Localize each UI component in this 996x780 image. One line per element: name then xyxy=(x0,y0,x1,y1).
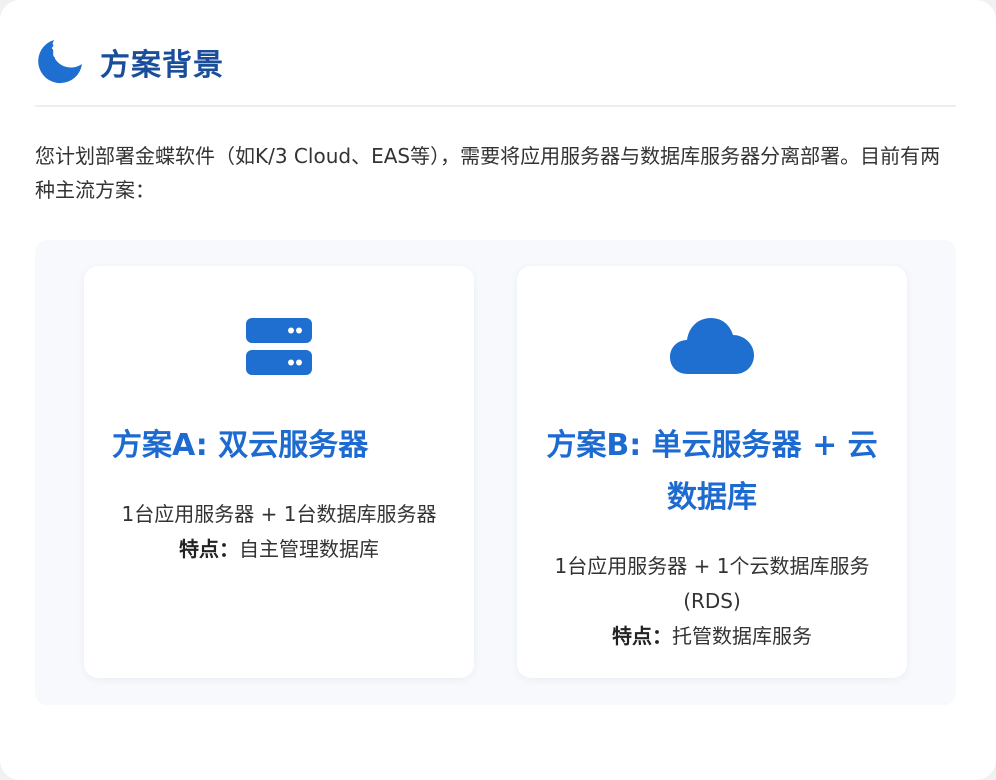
option-a-feature-label: 特点： xyxy=(179,537,239,561)
intro-text: 您计划部署金蝶软件（如K/3 Cloud、EAS等），需要将应用服务器与数据库服… xyxy=(35,144,941,202)
cloud-icon xyxy=(670,318,754,374)
option-a-description: 1台应用服务器 + 1台数据库服务器 特点：自主管理数据库 xyxy=(104,497,454,567)
option-b-title: 方案B: 单云服务器 + 云数据库 xyxy=(546,428,878,515)
option-b-feature-value: 托管数据库服务 xyxy=(672,624,812,648)
options-container: 方案A: 双云服务器 1台应用服务器 + 1台数据库服务器 特点：自主管理数据库… xyxy=(35,240,956,705)
option-card-b: 方案B: 单云服务器 + 云数据库 1台应用服务器 + 1个云数据库服务 (RD… xyxy=(517,266,907,678)
info-moon-icon xyxy=(38,40,82,84)
server-icon xyxy=(246,318,312,375)
option-b-feature-label: 特点： xyxy=(612,624,672,648)
option-a-title: 方案A: 双云服务器 xyxy=(112,428,369,463)
scheme-background-panel: 方案背景 您计划部署金蝶软件（如K/3 Cloud、EAS等），需要将应用服务器… xyxy=(0,0,996,780)
option-a-feature-value: 自主管理数据库 xyxy=(239,537,379,561)
section-header: 方案背景 xyxy=(35,36,224,88)
option-b-description: 1台应用服务器 + 1个云数据库服务 (RDS) 特点：托管数据库服务 xyxy=(537,549,887,654)
section-title: 方案背景 xyxy=(100,48,224,83)
option-a-feature: 特点：自主管理数据库 xyxy=(104,532,454,567)
option-card-a: 方案A: 双云服务器 1台应用服务器 + 1台数据库服务器 特点：自主管理数据库 xyxy=(84,266,474,678)
option-a-spec: 1台应用服务器 + 1台数据库服务器 xyxy=(121,502,437,526)
option-b-feature: 特点：托管数据库服务 xyxy=(537,619,887,654)
header-divider xyxy=(35,105,956,107)
option-b-spec: 1台应用服务器 + 1个云数据库服务 (RDS) xyxy=(554,554,870,613)
